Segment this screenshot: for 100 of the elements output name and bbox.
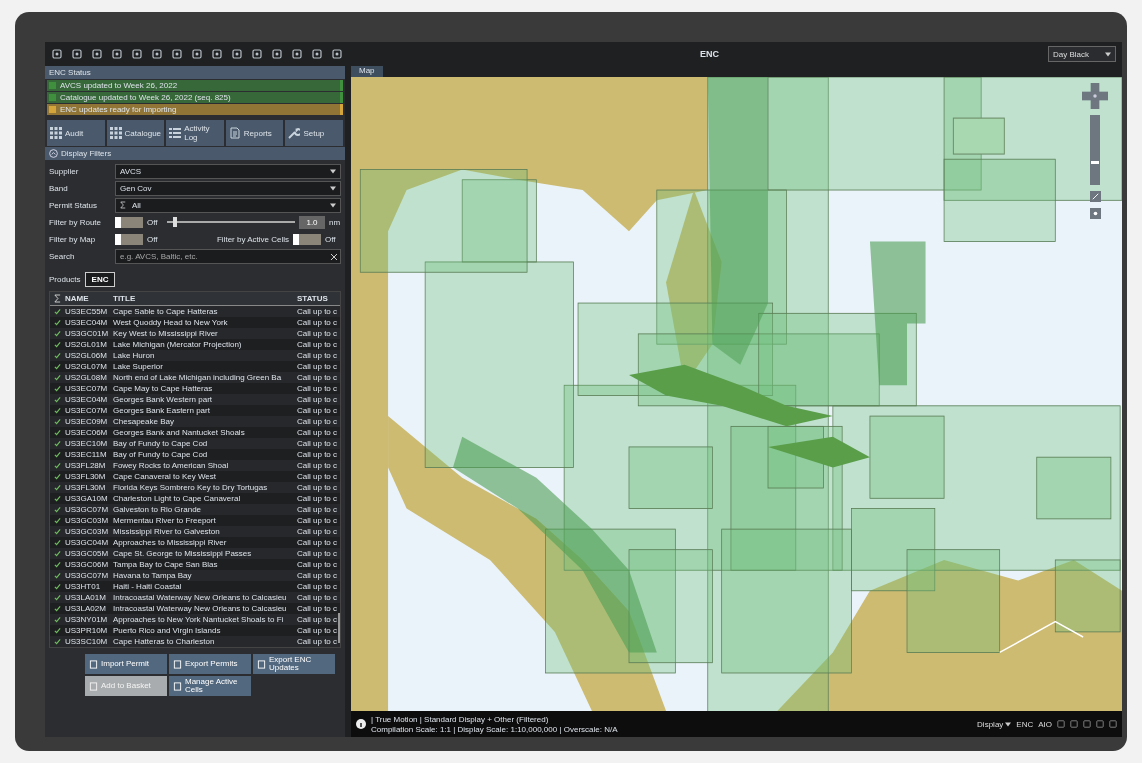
table-cell-text: Call up to c: [297, 439, 339, 448]
permit-status-dropdown[interactable]: All: [115, 197, 341, 213]
action-button[interactable]: Import Permit: [85, 654, 167, 674]
table-cell-text: US3EC10M: [65, 439, 109, 448]
panel-tab[interactable]: Setup: [285, 120, 343, 146]
table-cell-text: Call up to c: [297, 615, 339, 624]
toggle-switch[interactable]: [293, 233, 321, 245]
table-cell-text: US3SC10M: [65, 637, 109, 646]
sigma-icon[interactable]: [54, 294, 61, 303]
table-cell-text: Call up to c: [297, 582, 339, 591]
table-cell-text: Call up to c: [297, 516, 339, 525]
table-cell-text: Georges Bank Eastern part: [113, 406, 211, 415]
field-label: Filter by Map: [49, 234, 97, 244]
table-cell-text: US3LA01M: [65, 593, 107, 602]
table-cell-text: Tampa Bay to Cape San Blas: [113, 560, 219, 569]
target-icon[interactable]: [1089, 208, 1101, 219]
field-label: Permit Status: [49, 200, 98, 210]
table-cell-text: Call up to c: [297, 428, 339, 437]
table-cell-text: Approaches to New York Nantucket Shoals to Fi: [113, 615, 285, 624]
status-message: ENC updates ready for importing: [47, 104, 343, 115]
collapse-icon[interactable]: [49, 149, 58, 158]
column-header[interactable]: NAME: [65, 294, 113, 303]
table-cell-text: Call up to c: [297, 329, 339, 338]
zoom-slider[interactable]: [1090, 115, 1100, 185]
table-cell-text: US3PR10M: [65, 626, 109, 635]
table-cell-text: Call up to c: [297, 637, 339, 646]
table-cell-text: Lake Huron: [113, 351, 156, 360]
display-menu[interactable]: Display: [977, 719, 1012, 729]
table-cell-text: US3EC04M: [65, 318, 109, 327]
table-cell-text: Call up to c: [297, 604, 339, 613]
table-cell-text: Call up to c: [297, 450, 339, 459]
table-cell-text: US3FL30M: [65, 483, 107, 492]
table-cell-text: Call up to c: [297, 593, 339, 602]
table-cell-text: Georges Bank and Nantucket Shoals: [113, 428, 246, 437]
panel-tab[interactable]: Reports: [225, 120, 284, 146]
table-cell-text: US2GL06M: [65, 351, 108, 360]
sigma-icon: [120, 201, 126, 209]
map-tab[interactable]: Map: [351, 66, 383, 77]
table-cell-text: Lake Michigan (Mercator Projection): [113, 340, 243, 349]
status-message: AVCS updated to Week 26, 2022: [47, 80, 343, 91]
distance-field[interactable]: 1.0: [299, 215, 325, 229]
panel-tab[interactable]: Audit: [47, 120, 105, 146]
action-button[interactable]: Manage Active Cells: [169, 676, 251, 696]
table-cell-text: Call up to c: [297, 483, 339, 492]
table-cell-text: US3NY01M: [65, 615, 109, 624]
mode-label: AIO: [1038, 719, 1052, 729]
toggle-switch[interactable]: [115, 233, 143, 245]
table-cell-text: Call up to c: [297, 505, 339, 514]
scrollbar[interactable]: [338, 613, 340, 643]
caret-icon: [1105, 51, 1111, 57]
table-cell-text: Intracoastal Waterway New Orleans to Calcasieu: [113, 604, 288, 613]
table-cell-text: Florida Keys Sombrero Key to Dry Tortugas: [113, 483, 269, 492]
product-toggle[interactable]: ENC: [84, 272, 116, 287]
table-cell-text: Approaches to Mississippi River: [113, 538, 228, 547]
slider-thumb[interactable]: [173, 217, 178, 227]
table-cell-text: Call up to c: [297, 417, 339, 426]
supplier-dropdown[interactable]: AVCS: [115, 163, 341, 179]
field-label: Supplier: [49, 166, 80, 176]
panel-tab[interactable]: Activity Log: [166, 120, 224, 146]
table-cell-text: Cape St. George to Mississippi Passes: [113, 549, 253, 558]
table-cell-text: North end of Lake Michigan including Green Ba: [113, 373, 283, 382]
table-cell-text: Intracoastal Waterway New Orleans to Calcasieu: [113, 593, 288, 602]
table-cell-text: US3FL28M: [65, 461, 107, 470]
pan-control-icon[interactable]: [1082, 83, 1108, 109]
table-cell-text: Call up to c: [297, 340, 339, 349]
table-cell-text: Call up to c: [297, 384, 339, 393]
search-field[interactable]: e.g. AVCS, Baltic, etc.: [115, 248, 341, 264]
table-cell-text: Call up to c: [297, 395, 339, 404]
palette-dropdown[interactable]: Day Black: [1048, 46, 1116, 62]
pencil-icon[interactable]: [1089, 191, 1101, 202]
table-cell-text: Key West to Mississippi River: [113, 329, 219, 338]
document-icon: [173, 659, 182, 669]
panel-tab[interactable]: Catalogue: [106, 120, 165, 146]
table-cell-text: US3EC55M: [65, 307, 109, 316]
table-cell-text: Cape Canaveral to Key West: [113, 472, 217, 481]
action-button[interactable]: Export ENC Updates: [253, 654, 335, 674]
toggle-state: Off: [147, 234, 159, 244]
band-dropdown[interactable]: Gen Cov: [115, 180, 341, 196]
field-label: Filter by Route: [49, 217, 103, 227]
action-button[interactable]: Export Permits: [169, 654, 251, 674]
table-cell-text: Puerto Rico and Virgin Islands: [113, 626, 222, 635]
field-label: Band: [49, 183, 69, 193]
column-header[interactable]: STATUS: [297, 294, 340, 303]
table-cell-text: US3EC07M: [65, 384, 109, 393]
unit-label: nm: [329, 217, 341, 227]
clear-icon[interactable]: [331, 253, 337, 260]
caret-icon: [1005, 721, 1012, 727]
table-cell-text: US3EC09M: [65, 417, 109, 426]
table-cell-text: Call up to c: [297, 560, 339, 569]
grid-icon: [50, 127, 62, 139]
table-cell-text: US3EC04M: [65, 395, 109, 404]
column-header[interactable]: TITLE: [113, 294, 297, 303]
table-cell-text: Call up to c: [297, 571, 339, 580]
table-cell-text: Cape Hatteras to Charleston: [113, 637, 216, 646]
slider-thumb[interactable]: [1091, 161, 1099, 164]
table-cell-text: Call up to c: [297, 307, 339, 316]
field-label: Products: [49, 275, 81, 284]
toggle-switch[interactable]: [115, 216, 143, 228]
table-cell-text: US2GL07M: [65, 362, 108, 371]
table-cell-text: Mississippi River to Galveston: [113, 527, 221, 536]
